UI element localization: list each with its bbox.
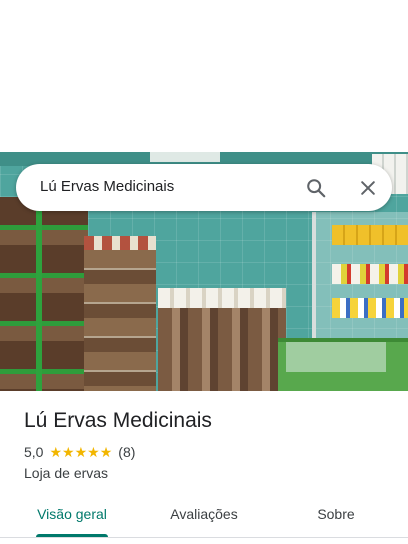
search-input[interactable]: Lú Ervas Medicinais [40, 178, 174, 195]
place-tabs: Visão geral Avaliações Sobre [0, 490, 408, 538]
review-count[interactable]: (8) [118, 444, 135, 460]
star-icon: ★ [49, 444, 63, 460]
star-icon: ★ [74, 444, 88, 460]
tab-overview[interactable]: Visão geral [22, 490, 122, 538]
photo-lower-rack [158, 308, 286, 391]
photo-ceiling-light [150, 152, 220, 162]
photo-green-rack [0, 197, 88, 391]
place-category[interactable]: Loja de ervas [24, 465, 108, 481]
photo-jars-row [332, 225, 408, 245]
tab-about[interactable]: Sobre [286, 490, 386, 538]
tab-reviews[interactable]: Avaliações [150, 490, 258, 538]
photo-jars-row [332, 264, 408, 284]
photo-jars-row [332, 298, 408, 318]
star-icon: ★ [99, 444, 113, 460]
map-blank-area [0, 0, 408, 152]
search-bar[interactable]: Lú Ervas Medicinais [16, 164, 392, 211]
rating-stars: ★ ★ ★ ★ ★ [49, 445, 112, 459]
photo-white-bags [158, 288, 286, 310]
star-icon: ★ [62, 444, 75, 460]
close-icon[interactable] [355, 175, 381, 201]
photo-counter-glass [286, 342, 386, 372]
photo-middle-rack [84, 250, 156, 391]
tabs-divider [0, 537, 408, 538]
star-icon: ★ [87, 444, 100, 460]
place-title: Lú Ervas Medicinais [24, 409, 212, 432]
search-icon[interactable] [303, 175, 329, 201]
rating-row[interactable]: 5,0 ★ ★ ★ ★ ★ (8) [24, 444, 135, 460]
rating-value: 5,0 [24, 444, 44, 460]
